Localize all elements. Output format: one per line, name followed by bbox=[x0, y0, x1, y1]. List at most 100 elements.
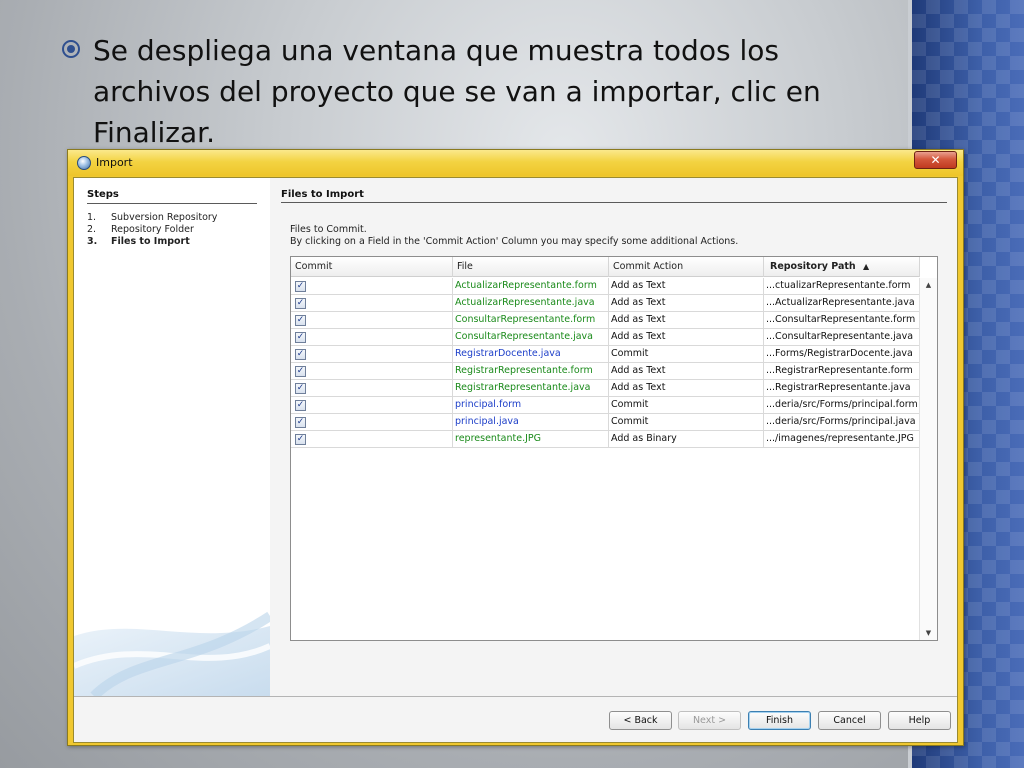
repository-path-cell: ...Forms/RegistrarDocente.java bbox=[764, 346, 920, 362]
help-button[interactable]: Help bbox=[888, 711, 951, 730]
commit-action-cell[interactable]: Commit bbox=[609, 346, 764, 362]
repository-path-cell: ...RegistrarRepresentante.java bbox=[764, 380, 920, 396]
column-header-file[interactable]: File bbox=[453, 257, 609, 277]
netbeans-icon bbox=[77, 156, 91, 170]
repository-path-cell: ...ActualizarRepresentante.java bbox=[764, 295, 920, 311]
table-scrollbar[interactable]: ▲ ▼ bbox=[919, 278, 937, 640]
steps-panel: Steps 1. Subversion Repository 2. Reposito… bbox=[74, 178, 270, 696]
commit-action-cell[interactable]: Add as Text bbox=[609, 380, 764, 396]
files-table[interactable]: Commit File Commit Action Repository Pat… bbox=[290, 256, 938, 641]
file-cell[interactable]: principal.form bbox=[453, 397, 609, 413]
commit-action-cell[interactable]: Add as Binary bbox=[609, 431, 764, 447]
table-row[interactable]: ✓ RegistrarRepresentante.form Add as Text.… bbox=[291, 363, 920, 380]
commit-action-cell[interactable]: Add as Text bbox=[609, 295, 764, 311]
steps-decorative-swoosh bbox=[74, 611, 270, 696]
file-cell[interactable]: ActualizarRepresentante.form bbox=[453, 278, 609, 294]
scroll-down-icon[interactable]: ▼ bbox=[920, 626, 937, 640]
step-label: Repository Folder bbox=[111, 224, 194, 235]
content-title: Files to Import bbox=[281, 189, 364, 200]
commit-checkbox[interactable]: ✓ bbox=[295, 281, 306, 292]
step-item: 1. Subversion Repository bbox=[87, 212, 217, 223]
table-row[interactable]: ✓ RegistrarRepresentante.java Add as Text.… bbox=[291, 380, 920, 397]
commit-action-cell[interactable]: Commit bbox=[609, 397, 764, 413]
file-cell[interactable]: RegistrarRepresentante.form bbox=[453, 363, 609, 379]
next-button[interactable]: Next > bbox=[678, 711, 741, 730]
bullet-icon bbox=[62, 40, 80, 58]
steps-title: Steps bbox=[87, 189, 119, 200]
table-row[interactable]: ✓ representante.JPG Add as Binary .../image… bbox=[291, 431, 920, 448]
back-button[interactable]: < Back bbox=[609, 711, 672, 730]
repository-path-cell: ...RegistrarRepresentante.form bbox=[764, 363, 920, 379]
commit-checkbox[interactable]: ✓ bbox=[295, 349, 306, 360]
column-header-commit-action[interactable]: Commit Action bbox=[609, 257, 764, 277]
file-cell[interactable]: principal.java bbox=[453, 414, 609, 430]
bullet-text: Se despliega una ventana que muestra tod… bbox=[93, 34, 821, 149]
table-row[interactable]: ✓ principal.java Commit ...deria/src/Forms/… bbox=[291, 414, 920, 431]
repository-path-cell: ...ctualizarRepresentante.form bbox=[764, 278, 920, 294]
column-header-commit[interactable]: Commit bbox=[291, 257, 453, 277]
table-header: Commit File Commit Action Repository Pat… bbox=[291, 257, 920, 277]
table-row[interactable]: ✓ RegistrarDocente.java Commit ...Forms/Reg… bbox=[291, 346, 920, 363]
cancel-button[interactable]: Cancel bbox=[818, 711, 881, 730]
table-row[interactable]: ✓ ConsultarRepresentante.form Add as Text.… bbox=[291, 312, 920, 329]
finish-button[interactable]: Finish bbox=[748, 711, 811, 730]
table-row[interactable]: ✓ principal.form Commit ...deria/src/Forms/… bbox=[291, 397, 920, 414]
commit-action-cell[interactable]: Add as Text bbox=[609, 329, 764, 345]
table-row[interactable]: ✓ ActualizarRepresentante.form Add as Text… bbox=[291, 278, 920, 295]
file-cell[interactable]: RegistrarDocente.java bbox=[453, 346, 609, 362]
repository-path-cell: ...ConsultarRepresentante.form bbox=[764, 312, 920, 328]
commit-cell: ✓ bbox=[291, 346, 453, 362]
step-number: 2. bbox=[87, 224, 97, 235]
import-dialog: Import ✕ Steps 1. Subversion Repository 2… bbox=[67, 149, 964, 746]
dialog-title: Import bbox=[96, 156, 133, 169]
file-cell[interactable]: ConsultarRepresentante.form bbox=[453, 312, 609, 328]
step-label: Files to Import bbox=[111, 236, 190, 247]
column-header-repository-path[interactable]: Repository Path ▲ bbox=[764, 257, 920, 277]
commit-action-cell[interactable]: Add as Text bbox=[609, 363, 764, 379]
table-body: ✓ ActualizarRepresentante.form Add as Text… bbox=[291, 278, 920, 448]
close-button[interactable]: ✕ bbox=[914, 151, 957, 169]
step-label: Subversion Repository bbox=[111, 212, 218, 223]
step-number: 1. bbox=[87, 212, 97, 223]
content-divider bbox=[281, 202, 947, 203]
dialog-titlebar[interactable]: Import ✕ bbox=[68, 150, 963, 176]
content-instructions: By clicking on a Field in the 'Commit Ac… bbox=[290, 236, 739, 247]
commit-cell: ✓ bbox=[291, 329, 453, 345]
commit-checkbox[interactable]: ✓ bbox=[295, 298, 306, 309]
commit-checkbox[interactable]: ✓ bbox=[295, 400, 306, 411]
commit-checkbox[interactable]: ✓ bbox=[295, 383, 306, 394]
commit-action-cell[interactable]: Add as Text bbox=[609, 278, 764, 294]
button-bar-divider bbox=[74, 696, 957, 697]
scroll-up-icon[interactable]: ▲ bbox=[920, 278, 937, 292]
table-row[interactable]: ✓ ActualizarRepresentante.java Add as Text… bbox=[291, 295, 920, 312]
repository-path-cell: ...deria/src/Forms/principal.form bbox=[764, 397, 920, 413]
file-cell[interactable]: representante.JPG bbox=[453, 431, 609, 447]
file-cell[interactable]: RegistrarRepresentante.java bbox=[453, 380, 609, 396]
file-cell[interactable]: ConsultarRepresentante.java bbox=[453, 329, 609, 345]
commit-checkbox[interactable]: ✓ bbox=[295, 332, 306, 343]
commit-checkbox[interactable]: ✓ bbox=[295, 434, 306, 445]
sort-ascending-icon: ▲ bbox=[862, 262, 870, 271]
commit-cell: ✓ bbox=[291, 363, 453, 379]
commit-checkbox[interactable]: ✓ bbox=[295, 366, 306, 377]
step-number: 3. bbox=[87, 236, 98, 247]
commit-checkbox[interactable]: ✓ bbox=[295, 315, 306, 326]
step-item: 2. Repository Folder bbox=[87, 224, 194, 235]
commit-cell: ✓ bbox=[291, 414, 453, 430]
repository-path-cell: .../imagenes/representante.JPG bbox=[764, 431, 920, 447]
file-cell[interactable]: ActualizarRepresentante.java bbox=[453, 295, 609, 311]
repository-path-cell: ...deria/src/Forms/principal.java bbox=[764, 414, 920, 430]
commit-cell: ✓ bbox=[291, 278, 453, 294]
steps-divider bbox=[87, 203, 257, 204]
commit-cell: ✓ bbox=[291, 431, 453, 447]
commit-action-cell[interactable]: Add as Text bbox=[609, 312, 764, 328]
column-header-label: Repository Path bbox=[770, 261, 856, 272]
commit-cell: ✓ bbox=[291, 397, 453, 413]
commit-checkbox[interactable]: ✓ bbox=[295, 417, 306, 428]
commit-cell: ✓ bbox=[291, 380, 453, 396]
content-subtitle: Files to Commit. bbox=[290, 224, 367, 235]
step-item-current: 3. Files to Import bbox=[87, 236, 190, 247]
commit-cell: ✓ bbox=[291, 312, 453, 328]
commit-action-cell[interactable]: Commit bbox=[609, 414, 764, 430]
table-row[interactable]: ✓ ConsultarRepresentante.java Add as Text.… bbox=[291, 329, 920, 346]
